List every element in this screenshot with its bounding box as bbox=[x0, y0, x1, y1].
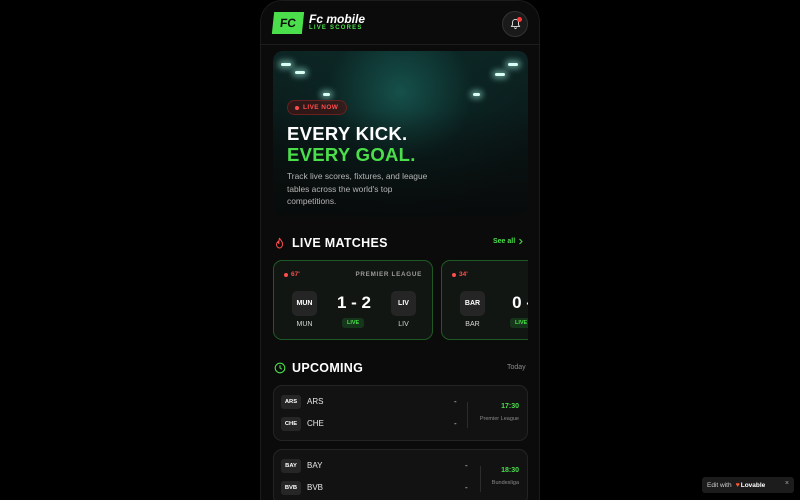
away-score: - bbox=[465, 483, 468, 492]
home-team-name: ARS bbox=[307, 397, 324, 406]
home-team-badge: BAY bbox=[281, 459, 301, 473]
notification-dot bbox=[517, 17, 522, 22]
upcoming-title: UPCOMING bbox=[292, 361, 364, 375]
hero-headline-1: EVERY KICK. bbox=[287, 123, 408, 144]
match-league: Bundesliga bbox=[491, 480, 519, 486]
app-subtitle: LIVE SCORES bbox=[309, 25, 363, 31]
home-score: - bbox=[465, 461, 468, 470]
home-team-name: BAR bbox=[465, 321, 480, 328]
away-team-name: LIV bbox=[398, 321, 409, 328]
home-team-badge: BAR bbox=[460, 291, 485, 316]
close-icon[interactable]: × bbox=[785, 480, 789, 487]
away-score: - bbox=[454, 419, 457, 428]
minute-label: 34' bbox=[459, 271, 468, 278]
match-score: 0 - bbox=[512, 293, 528, 312]
live-match-card[interactable]: 67' PREMIER LEAGUE MUN MUN 1 - 2 LIVE LI… bbox=[273, 260, 433, 340]
live-status-tag: LIVE bbox=[342, 318, 365, 328]
notifications-button[interactable] bbox=[502, 11, 528, 37]
minute-label: 67' bbox=[291, 271, 300, 278]
home-team-name: BAY bbox=[307, 461, 323, 470]
match-minute: 34' bbox=[452, 271, 468, 278]
app-frame: FC Fc mobile LIVE SCORES LIVE NOW EVERY … bbox=[260, 0, 540, 500]
live-status-tag: LIVE bbox=[510, 318, 528, 328]
edit-with-lovable-badge[interactable]: Edit with ♥ Lovable × bbox=[702, 477, 794, 493]
away-team-badge: BVB bbox=[281, 481, 301, 495]
lovable-heart-icon: ♥ bbox=[735, 481, 740, 489]
away-team-badge: CHE bbox=[281, 417, 301, 431]
match-league: Premier League bbox=[479, 416, 519, 422]
live-dot bbox=[452, 272, 456, 277]
match-minute: 67' bbox=[284, 271, 300, 278]
hero-description: Track live scores, fixtures, and league … bbox=[287, 171, 428, 206]
app-title: Fc mobile bbox=[309, 12, 366, 26]
live-now-label: LIVE NOW bbox=[303, 104, 339, 111]
live-matches-carousel[interactable]: 67' PREMIER LEAGUE MUN MUN 1 - 2 LIVE LI… bbox=[273, 260, 528, 342]
live-matches-title: LIVE MATCHES bbox=[292, 236, 388, 250]
hero-headline-2: EVERY GOAL. bbox=[287, 144, 416, 165]
match-league: PREMIER LEAGUE bbox=[355, 271, 422, 278]
live-match-card[interactable]: 34' BAR BAR 0 - LIVE bbox=[441, 260, 528, 340]
see-all-label: See all bbox=[493, 238, 516, 245]
hero-banner: LIVE NOW EVERY KICK. EVERY GOAL. Track l… bbox=[273, 51, 528, 217]
date-filter[interactable]: Today bbox=[507, 364, 526, 371]
match-score: 1 - 2 bbox=[336, 293, 372, 312]
live-dot bbox=[284, 272, 288, 277]
lovable-brand: Lovable bbox=[740, 481, 766, 489]
card-divider bbox=[480, 466, 481, 492]
away-team-badge: LIV bbox=[391, 291, 416, 316]
upcoming-match-card[interactable]: ARS ARS - CHE CHE - 17:30 Premier League bbox=[273, 385, 528, 441]
away-team-name: CHE bbox=[307, 419, 324, 428]
home-team-badge: MUN bbox=[292, 291, 317, 316]
home-score: - bbox=[454, 397, 457, 406]
edit-with-label: Edit with bbox=[707, 481, 732, 489]
kickoff-time: 17:30 bbox=[501, 403, 519, 410]
live-now-pill: LIVE NOW bbox=[287, 100, 348, 115]
live-dot bbox=[295, 105, 299, 110]
kickoff-time: 18:30 bbox=[501, 467, 519, 474]
chevron-right-icon bbox=[519, 238, 523, 245]
app-header: FC Fc mobile LIVE SCORES bbox=[261, 1, 539, 45]
home-team-badge: ARS bbox=[281, 395, 301, 409]
home-team-name: MUN bbox=[296, 321, 313, 328]
card-divider bbox=[467, 402, 468, 428]
see-all-link[interactable]: See all bbox=[493, 238, 524, 245]
flame-icon bbox=[275, 237, 284, 249]
logo-badge[interactable]: FC bbox=[271, 12, 305, 34]
away-team-name: BVB bbox=[307, 483, 324, 492]
clock-icon bbox=[274, 362, 286, 374]
upcoming-match-card[interactable]: BAY BAY - BVB BVB - 18:30 Bundesliga bbox=[273, 449, 528, 500]
